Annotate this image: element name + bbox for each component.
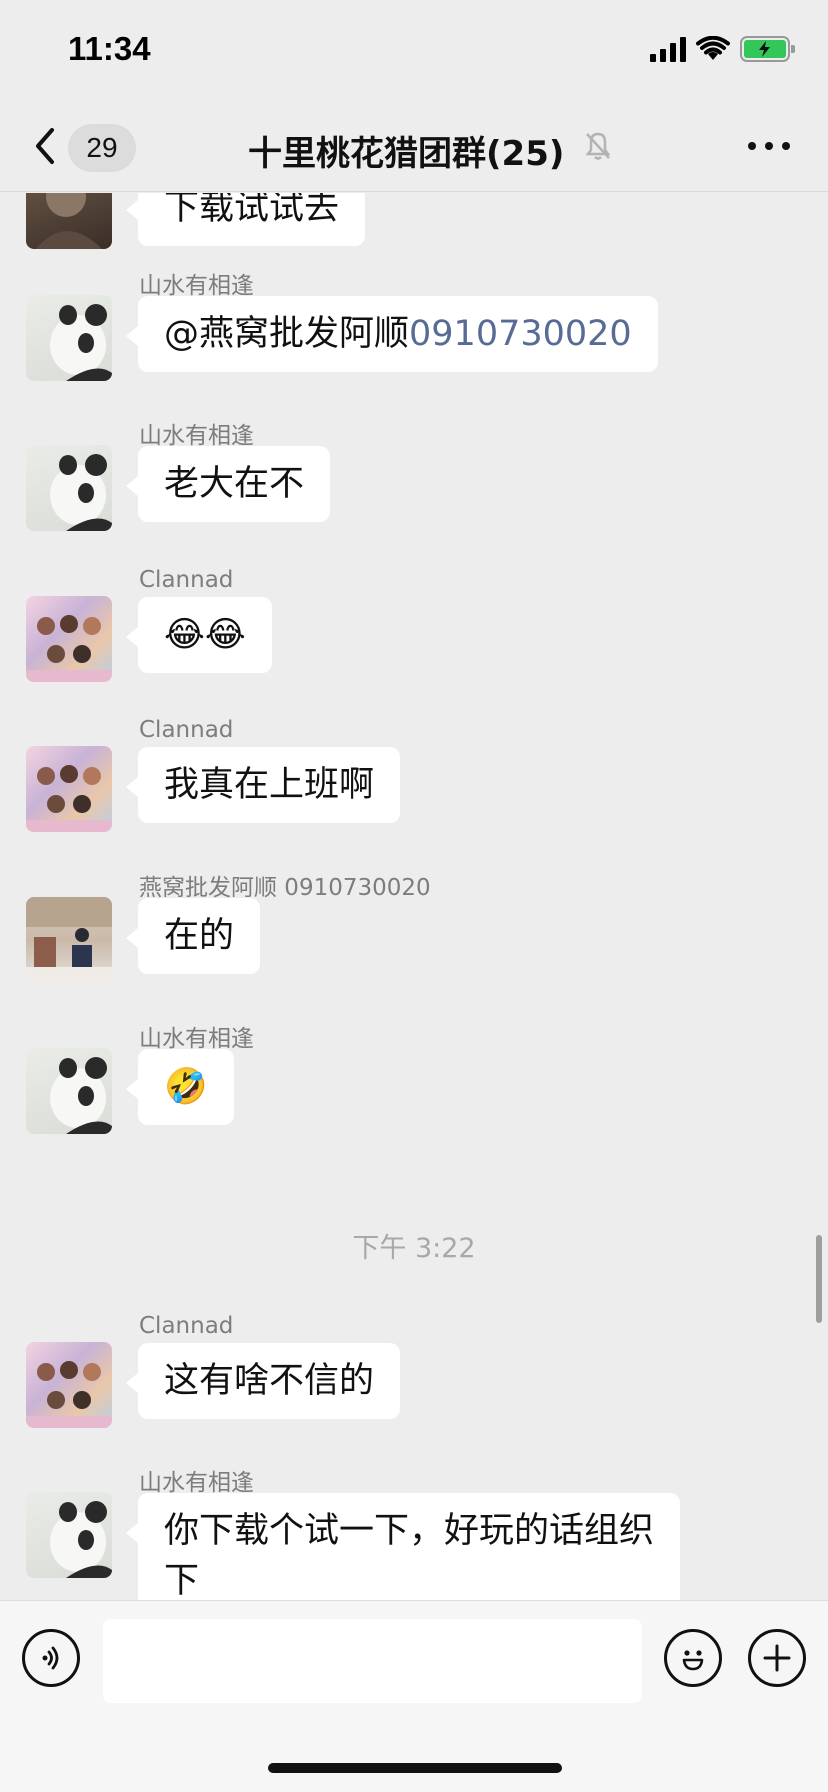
sender-name: 山水有相逢	[139, 423, 254, 449]
status-bar: 11:34	[0, 0, 828, 100]
wifi-icon	[696, 36, 730, 60]
sender-name: 山水有相逢	[139, 273, 254, 299]
sender-name: 山水有相逢	[139, 1026, 254, 1052]
home-indicator[interactable]	[268, 1763, 562, 1773]
message-bubble[interactable]: 在的	[125, 898, 261, 974]
message-bubble[interactable]: 下载试试去	[125, 193, 366, 246]
panda-avatar[interactable]	[26, 295, 112, 381]
sender-name: Clannad	[139, 717, 234, 743]
chevron-left-icon[interactable]	[30, 122, 70, 170]
sender-name: 燕窝批发阿顺 0910730020	[139, 875, 431, 901]
sender-name: Clannad	[139, 567, 234, 593]
anime-avatar[interactable]	[26, 746, 112, 832]
sender-name: 山水有相逢	[139, 1470, 254, 1496]
mention-text: @燕窝批发阿顺	[164, 314, 410, 354]
scrollbar[interactable]	[816, 1235, 822, 1323]
stone-statue-avatar[interactable]	[26, 193, 112, 249]
panda-avatar[interactable]	[26, 445, 112, 531]
message-bubble[interactable]: 🤣	[126, 1049, 234, 1125]
status-time: 11:34	[68, 30, 151, 67]
message-bubble[interactable]: 这有啥不信的	[125, 1343, 401, 1419]
photo-avatar[interactable]	[26, 897, 112, 983]
cellular-signal-icon	[650, 36, 686, 62]
input-bar	[0, 1600, 828, 1792]
emoji-icon[interactable]	[664, 1629, 722, 1687]
anime-avatar[interactable]	[26, 596, 112, 682]
message-bubble[interactable]: 老大在不	[125, 446, 331, 522]
voice-icon[interactable]	[22, 1629, 80, 1687]
message-input[interactable]	[103, 1619, 642, 1703]
panda-avatar[interactable]	[26, 1048, 112, 1134]
panda-avatar[interactable]	[26, 1492, 112, 1578]
chat-title: 十里桃花猎团群(25)	[248, 134, 565, 174]
message-line: 下	[164, 1561, 200, 1600]
message-bubble[interactable]: 😂😂	[126, 597, 272, 673]
message-line: 你下载个试一下，好玩的话组织	[164, 1511, 655, 1551]
message-list[interactable]: 下载试试去 山水有相逢 @燕窝批发阿顺0910730020 山水有相逢 老大在不…	[0, 193, 828, 1600]
unread-count-badge[interactable]: 29	[68, 124, 136, 172]
message-bubble[interactable]: 你下载个试一下，好玩的话组织 下	[125, 1493, 681, 1600]
chat-nav-bar: 29 十里桃花猎团群(25)	[0, 100, 828, 192]
message-bubble[interactable]: @燕窝批发阿顺0910730020	[126, 296, 658, 372]
message-bubble[interactable]: 我真在上班啊	[125, 747, 401, 823]
status-icons	[650, 36, 795, 62]
more-dots-icon[interactable]	[748, 142, 790, 150]
bell-slash-icon	[583, 130, 613, 166]
plus-icon[interactable]	[748, 1629, 806, 1687]
battery-icon	[740, 36, 795, 62]
time-divider: 下午 3:22	[352, 1233, 476, 1264]
phone-number-link[interactable]: 0910730020	[409, 314, 632, 354]
anime-avatar[interactable]	[26, 1342, 112, 1428]
sender-name: Clannad	[139, 1313, 234, 1339]
